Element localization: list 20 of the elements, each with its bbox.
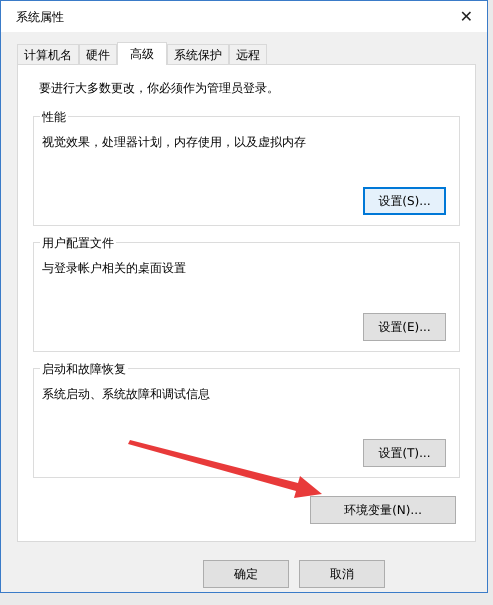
settings-button[interactable]: 设置(T)... bbox=[363, 439, 446, 467]
dialog-button[interactable]: 取消 bbox=[299, 560, 385, 588]
group-title: 用户配置文件 bbox=[40, 234, 116, 252]
settings-button[interactable]: 设置(S)... bbox=[363, 187, 446, 215]
notice-text: 要进行大多数更改，你必须作为管理员登录。 bbox=[39, 80, 280, 97]
dialog-button[interactable]: 确定 bbox=[203, 560, 289, 588]
group-title: 启动和故障恢复 bbox=[40, 360, 128, 378]
tab[interactable]: 硬件 bbox=[79, 44, 117, 64]
tab[interactable]: 系统保护 bbox=[167, 44, 229, 64]
group-description: 视觉效果，处理器计划，内存使用，以及虚拟内存 bbox=[42, 134, 307, 151]
close-button[interactable]: ✕ bbox=[456, 8, 477, 24]
settings-button[interactable]: 设置(E)... bbox=[363, 313, 446, 341]
group-description: 系统启动、系统故障和调试信息 bbox=[42, 386, 211, 403]
tab[interactable]: 远程 bbox=[229, 44, 267, 64]
group-title: 性能 bbox=[40, 108, 68, 126]
window-title: 系统属性 bbox=[16, 8, 64, 26]
tab[interactable]: 计算机名 bbox=[17, 44, 79, 64]
tab[interactable]: 高级 bbox=[117, 42, 167, 65]
group-description: 与登录帐户相关的桌面设置 bbox=[42, 260, 187, 277]
environment-variables-button[interactable]: 环境变量(N)... bbox=[310, 496, 456, 524]
